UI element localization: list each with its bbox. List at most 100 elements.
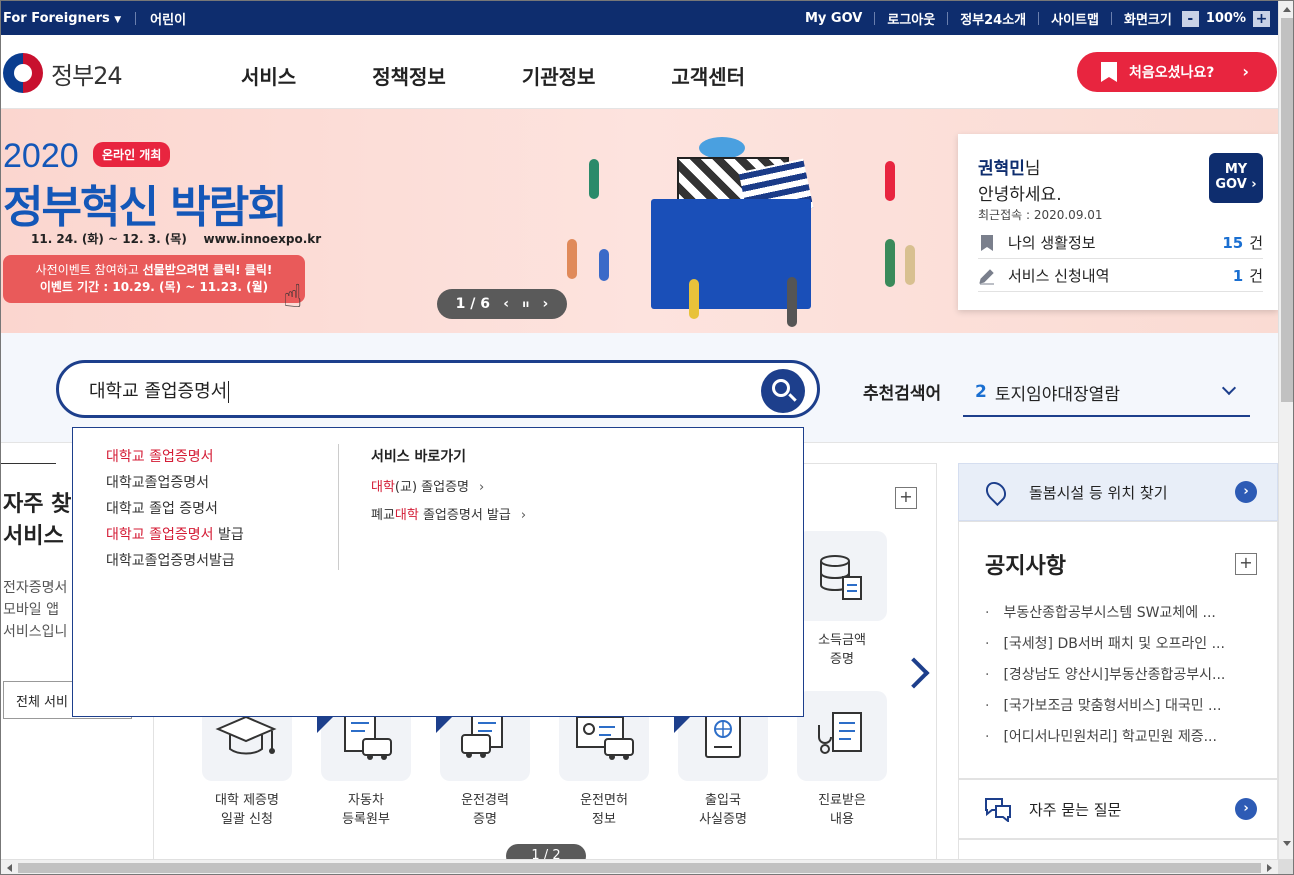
notice-more-button[interactable]: +	[1235, 553, 1257, 575]
scroll-up-icon[interactable]	[1283, 7, 1291, 12]
banner-dates: 11. 24. (화) ~ 12. 3. (목) www.innoexpo.kr	[31, 232, 322, 246]
shortcut-item[interactable]: 대학(교) 졸업증명 ›	[371, 476, 526, 504]
chevron-down-icon	[1221, 380, 1237, 396]
faq-link[interactable]: 자주 묻는 질문 ›	[958, 779, 1278, 839]
banner-online-badge: 온라인 개최	[93, 142, 171, 167]
suggestion-item[interactable]: 대학교 졸업 증명서	[106, 498, 244, 524]
screen-size-label: 화면크기	[1123, 13, 1172, 28]
nav-item-agency[interactable]: 기관정보	[522, 61, 596, 90]
chevron-right-icon: ›	[1235, 481, 1257, 503]
life-info-label: 나의 생활정보	[1008, 234, 1096, 252]
shortcut-item[interactable]: 폐교대학 졸업증명서 발급 ›	[371, 504, 526, 532]
for-foreigners-link[interactable]: For Foreigners ▼	[3, 11, 121, 26]
clipboard-stethoscope-icon	[818, 712, 862, 754]
person-illustration	[787, 277, 797, 327]
vertical-scrollbar[interactable]	[1278, 1, 1293, 859]
notice-item[interactable]: [국가보조금 맞춤형서비스] 대국민 ...	[985, 695, 1255, 726]
utility-bar: For Foreigners ▼ 어린이 My GOV 로그아웃 정부24소개 …	[1, 1, 1278, 35]
first-visit-label: 처음오셨나요?	[1129, 65, 1215, 81]
site-logo[interactable]: 정부24	[3, 53, 123, 93]
zoom-out-button[interactable]: -	[1181, 10, 1199, 27]
first-visit-button[interactable]: 처음오셨나요? ›	[1077, 52, 1277, 92]
sitemap-link[interactable]: 사이트맵	[1051, 9, 1099, 28]
service-card-medical[interactable]	[797, 691, 887, 781]
service-card-income[interactable]	[797, 531, 887, 621]
suggestion-item[interactable]: 대학교 졸업증명서	[106, 446, 244, 472]
frequent-services-title: 자주 찾 서비스	[3, 492, 72, 549]
chevron-right-icon: ›	[520, 508, 527, 523]
scrollbar-corner	[1278, 859, 1293, 874]
nav-item-customer[interactable]: 고객센터	[671, 61, 745, 90]
divider	[338, 444, 339, 570]
application-history-row[interactable]: 서비스 신청내역 1건	[978, 260, 1263, 292]
notice-title: 공지사항	[985, 554, 1066, 579]
banner-next-button[interactable]: ›	[543, 296, 549, 312]
notice-item[interactable]: [경상남도 양산시]부동산종합공부시...	[985, 664, 1255, 695]
chevron-right-icon: ›	[479, 480, 485, 495]
scroll-down-icon[interactable]	[1283, 841, 1291, 846]
logout-link[interactable]: 로그아웃	[887, 9, 935, 28]
zoom-in-button[interactable]: +	[1253, 10, 1270, 27]
services-more-button[interactable]: +	[895, 487, 917, 509]
chevron-right-icon: ›	[1235, 798, 1257, 820]
care-finder-link[interactable]: 돌봄시설 등 위치 찾기 ›	[958, 463, 1278, 521]
chat-bubbles-icon	[985, 798, 1011, 822]
greeting: 안녕하세요.	[978, 185, 1062, 205]
scroll-right-icon[interactable]	[1267, 864, 1272, 872]
search-input[interactable]: 대학교 졸업증명서	[89, 377, 749, 403]
shortcut-title: 서비스 바로가기	[371, 449, 467, 465]
recommended-keyword-select[interactable]: 2 토지임야대장열람	[963, 369, 1250, 417]
scroll-thumb[interactable]	[18, 863, 1261, 873]
divider	[1110, 12, 1112, 25]
kids-link[interactable]: 어린이	[150, 9, 186, 28]
section-rule	[1, 463, 56, 464]
divider	[947, 12, 949, 25]
services-next-button[interactable]	[903, 656, 921, 686]
divider	[135, 12, 137, 25]
person-illustration	[599, 249, 609, 281]
pointing-hand-icon: ☝	[283, 277, 303, 315]
notice-list: 부동산종합공부시스템 SW교체에 ... [국세청] DB서버 패치 및 오프라…	[985, 602, 1255, 757]
suggestion-item[interactable]: 대학교 졸업증명서 발급	[106, 524, 244, 550]
scroll-thumb[interactable]	[1281, 18, 1293, 402]
banner-prev-button[interactable]: ‹	[503, 296, 509, 312]
caret-down-icon: ▼	[114, 15, 122, 25]
zoom-value: 100%	[1205, 11, 1246, 26]
notice-item[interactable]: [국세청] DB서버 패치 및 오프라인 ...	[985, 633, 1255, 664]
banner-pager: 1 / 6 ‹ ıı ›	[437, 289, 567, 319]
banner-pager-count: 1 / 6	[455, 296, 490, 312]
notice-item[interactable]: 부동산종합공부시스템 SW교체에 ...	[985, 602, 1255, 633]
text-caret	[228, 381, 230, 403]
banner-pause-button[interactable]: ıı	[522, 299, 529, 310]
recommended-label: 추천검색어	[863, 384, 942, 404]
search-icon	[772, 379, 790, 397]
notice-panel: 공지사항 + 부동산종합공부시스템 SW교체에 ... [국세청] DB서버 패…	[958, 521, 1278, 779]
my-gov-link[interactable]: My GOV	[805, 11, 862, 26]
divider	[1038, 12, 1040, 25]
taegeuk-logo-icon	[3, 53, 43, 93]
browser-viewport: For Foreigners ▼ 어린이 My GOV 로그아웃 정부24소개 …	[0, 0, 1294, 875]
service-label: 운전경력 증명	[461, 793, 509, 827]
last-access: 최근접속 : 2020.09.01	[978, 208, 1103, 222]
service-shortcuts: 서비스 바로가기 대학(교) 졸업증명 › 폐교대학 졸업증명서 발급 ›	[371, 446, 526, 532]
suggestion-item[interactable]: 대학교졸업증명서발급	[106, 550, 244, 576]
my-gov-button[interactable]: MY GOV ›	[1209, 153, 1263, 203]
database-document-icon	[820, 555, 862, 600]
suggestion-item[interactable]: 대학교졸업증명서	[106, 472, 244, 498]
horizontal-scrollbar[interactable]	[1, 859, 1278, 874]
location-pin-icon	[981, 477, 1011, 507]
nav-item-policy[interactable]: 정책정보	[372, 61, 446, 90]
life-info-row[interactable]: 나의 생활정보 15 건	[978, 227, 1263, 259]
about-link[interactable]: 정부24소개	[960, 9, 1026, 28]
person-illustration	[905, 245, 915, 285]
nav-item-services[interactable]: 서비스	[241, 61, 296, 90]
scroll-left-icon[interactable]	[7, 864, 12, 872]
banner-event-button[interactable]: 사전이벤트 참여하고 선물받으려면 클릭! 클릭! 이벤트 기간 : 10.29…	[3, 255, 305, 303]
divider	[874, 12, 876, 25]
user-name: 권혁민님	[978, 159, 1041, 179]
notice-item[interactable]: [어디서나민원처리] 학교민원 제증...	[985, 726, 1255, 757]
person-illustration	[589, 159, 599, 199]
life-info-count: 15 건	[1222, 234, 1263, 252]
recommended-rank: 2	[975, 382, 987, 402]
search-button[interactable]	[761, 369, 805, 413]
